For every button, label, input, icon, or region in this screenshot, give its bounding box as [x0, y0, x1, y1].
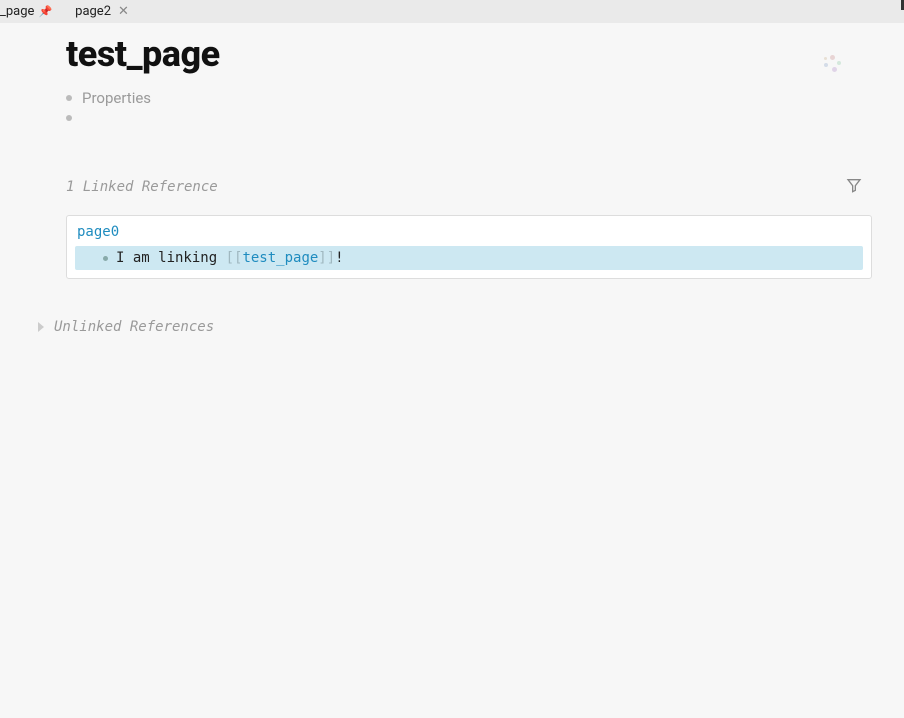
tab-bar: _page 📌 page2 ✕ [0, 0, 904, 23]
bullet-icon [66, 115, 72, 121]
reference-block[interactable]: I am linking [[test_page]]! [75, 246, 863, 270]
close-icon[interactable]: ✕ [118, 4, 129, 19]
tab-pinned-label: _page [0, 4, 34, 19]
reference-source-page[interactable]: page0 [75, 224, 863, 240]
unlinked-references-section[interactable]: Unlinked References [38, 319, 864, 335]
linked-references-title: 1 Linked Reference [66, 179, 218, 195]
linked-references-section: 1 Linked Reference page0 I am linking [[… [66, 177, 904, 335]
linked-references-header[interactable]: 1 Linked Reference [66, 177, 864, 197]
bullet-icon [103, 256, 108, 261]
properties-row[interactable]: Properties [66, 89, 904, 107]
tab-pinned[interactable]: _page 📌 [0, 0, 60, 23]
filter-icon[interactable] [846, 177, 862, 197]
main-content: test_page Properties 1 Linked Reference … [0, 23, 904, 335]
reference-text: I am linking [[test_page]]! [116, 250, 344, 266]
loading-icon [822, 53, 844, 75]
reference-panel: page0 I am linking [[test_page]]! [66, 215, 872, 279]
empty-block-row[interactable] [66, 115, 904, 121]
page-link[interactable]: test_page [242, 250, 318, 266]
properties-label: Properties [82, 89, 151, 107]
unlinked-references-title: Unlinked References [54, 319, 214, 335]
caret-right-icon [38, 322, 44, 332]
pin-icon: 📌 [38, 5, 52, 18]
tab-page2-label: page2 [75, 4, 111, 19]
bullet-icon [66, 95, 72, 101]
page-title[interactable]: test_page [66, 33, 904, 75]
tab-page2[interactable]: page2 ✕ [75, 0, 137, 23]
